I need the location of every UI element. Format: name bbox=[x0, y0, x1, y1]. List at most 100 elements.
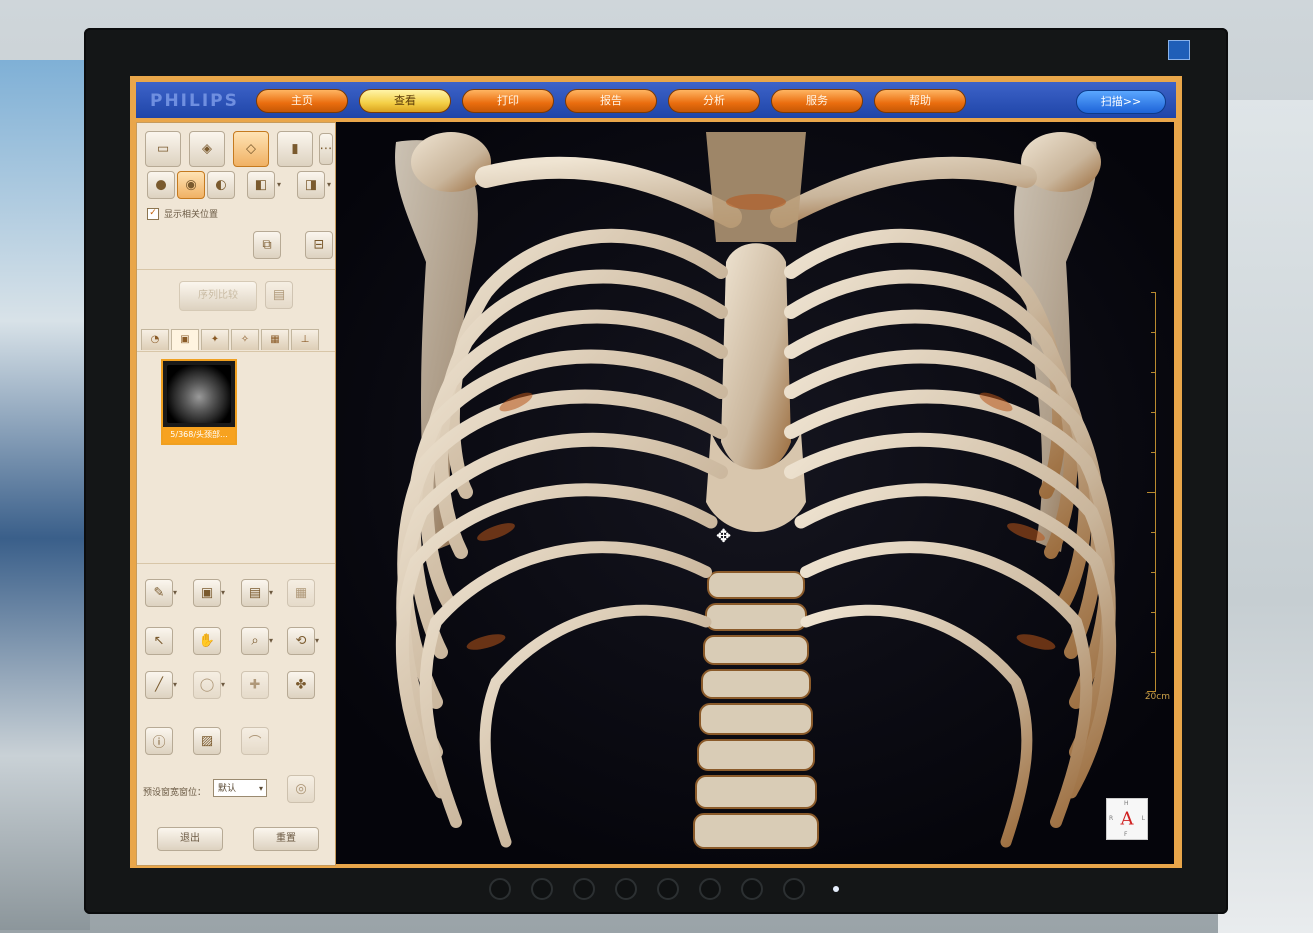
preset-label: 预设窗宽窗位： bbox=[143, 788, 207, 798]
ellipse-icon: ◯ bbox=[199, 677, 215, 693]
chevron-down-icon[interactable]: ▾ bbox=[269, 636, 273, 645]
exit-button[interactable]: 退出 bbox=[157, 827, 223, 851]
window-preset-apply-button[interactable]: ◎ bbox=[287, 775, 315, 803]
save-button[interactable]: ▤ bbox=[241, 579, 269, 607]
monitor-button[interactable] bbox=[489, 878, 511, 900]
subtab-anatomy[interactable]: ✦ bbox=[201, 329, 229, 350]
monitor-badge-icon bbox=[1168, 40, 1190, 60]
curve-icon: ⌒ bbox=[248, 735, 262, 751]
panel-layout-button[interactable]: ◨ bbox=[297, 171, 325, 199]
orientation-cube[interactable]: H F R L A bbox=[1106, 798, 1148, 840]
chevron-down-icon[interactable]: ▾ bbox=[221, 588, 225, 597]
render-preset-button[interactable]: ◐ bbox=[207, 171, 235, 199]
measure-button[interactable]: ╱ bbox=[145, 671, 173, 699]
top-navigation-bar: PHILIPS 主页 查看 打印 报告 分析 服务 帮助 扫描>> bbox=[136, 82, 1176, 118]
view-mode-button[interactable]: ◇ bbox=[233, 131, 269, 167]
series-thumbnail[interactable]: 5/368/头颈部... bbox=[161, 359, 237, 445]
chevron-down-icon[interactable]: ▾ bbox=[173, 680, 177, 689]
chevron-down-icon[interactable]: ▾ bbox=[277, 180, 281, 189]
film-button[interactable]: ▦ bbox=[287, 579, 315, 607]
tab-print[interactable]: 打印 bbox=[462, 89, 554, 113]
application-screen: PHILIPS 主页 查看 打印 报告 分析 服务 帮助 扫描>> ▭ ◈ ◇ … bbox=[130, 76, 1182, 868]
monitor-button[interactable] bbox=[657, 878, 679, 900]
sculpt-button[interactable]: ✤ bbox=[287, 671, 315, 699]
series-label: 5/368/头颈部... bbox=[163, 427, 235, 443]
rotate-button[interactable]: ⟲ bbox=[287, 627, 315, 655]
camera-icon: ▣ bbox=[200, 585, 214, 601]
render-preset-button[interactable]: ● bbox=[147, 171, 175, 199]
render-vessel-icon: ◐ bbox=[215, 177, 227, 193]
link-button[interactable]: ⧉ bbox=[253, 231, 281, 259]
tab-report[interactable]: 报告 bbox=[565, 89, 657, 113]
monitor-button[interactable] bbox=[741, 878, 763, 900]
window-preset-dropdown[interactable]: 默认 ▾ bbox=[213, 779, 267, 797]
subtab-search[interactable]: ◔ bbox=[141, 329, 169, 350]
clipboard-icon: ▤ bbox=[272, 287, 286, 303]
monitor-button[interactable] bbox=[573, 878, 595, 900]
reset-button[interactable]: 重置 bbox=[253, 827, 319, 851]
chevron-down-icon[interactable]: ▾ bbox=[221, 680, 225, 689]
annotate-icon: ✎ bbox=[153, 585, 165, 601]
orientation-right: L bbox=[1141, 815, 1145, 822]
background-right bbox=[1218, 100, 1313, 933]
main-tabs: 主页 查看 打印 报告 分析 服务 帮助 bbox=[256, 89, 966, 113]
series-compare-button[interactable]: 序列比较 bbox=[179, 281, 257, 311]
stack-button[interactable]: ⊟ bbox=[305, 231, 333, 259]
crosshair-button[interactable]: ✚ bbox=[241, 671, 269, 699]
tab-help[interactable]: 帮助 bbox=[874, 89, 966, 113]
pan-button[interactable]: ✋ bbox=[193, 627, 221, 655]
tab-analysis[interactable]: 分析 bbox=[668, 89, 760, 113]
orientation-left: R bbox=[1109, 815, 1114, 822]
panel-layout-icon: ◨ bbox=[304, 177, 318, 193]
subtab-series[interactable]: ▣ bbox=[171, 329, 199, 350]
select-button[interactable]: ↖ bbox=[145, 627, 173, 655]
render-preset-button[interactable]: ◉ bbox=[177, 171, 205, 199]
divider bbox=[137, 269, 335, 270]
tab-home[interactable]: 主页 bbox=[256, 89, 348, 113]
layout-icon: ◧ bbox=[254, 177, 268, 193]
annotate-button[interactable]: ✎ bbox=[145, 579, 173, 607]
zoom-button[interactable]: ⌕ bbox=[241, 627, 269, 655]
monitor-button[interactable] bbox=[615, 878, 637, 900]
subtab-chart[interactable]: ⊥ bbox=[291, 329, 319, 350]
orientation-anterior: A bbox=[1120, 808, 1134, 830]
render-bone-icon: ● bbox=[155, 177, 167, 193]
ct-slice-thumbnail bbox=[167, 365, 231, 423]
view-mode-button[interactable]: ▮ bbox=[277, 131, 313, 167]
layout-button[interactable]: ◧ bbox=[247, 171, 275, 199]
stack-icon: ⊟ bbox=[313, 237, 325, 253]
curve-button[interactable]: ⌒ bbox=[241, 727, 269, 755]
endoscopy-icon: ▮ bbox=[291, 141, 299, 157]
monitor-button[interactable] bbox=[699, 878, 721, 900]
chevron-down-icon[interactable]: ▾ bbox=[269, 588, 273, 597]
3d-viewport[interactable]: 20cm H F R L A ✥ bbox=[336, 122, 1174, 864]
chevron-down-icon[interactable]: ▾ bbox=[327, 180, 331, 189]
power-button[interactable] bbox=[783, 878, 805, 900]
clipboard-button[interactable]: ▤ bbox=[265, 281, 293, 309]
roi-button[interactable]: ◯ bbox=[193, 671, 221, 699]
show-position-checkbox[interactable]: ✓ 显示相关位置 bbox=[147, 207, 218, 220]
tab-view[interactable]: 查看 bbox=[359, 89, 451, 113]
mpr-icon: ◈ bbox=[202, 141, 212, 157]
pointer-icon: ↖ bbox=[153, 633, 165, 649]
left-tool-panel: ▭ ◈ ◇ ▮ ⋯ ● ◉ ◐ ◧ ▾ ◨ ▾ ✓ 显示相关位置 ⧉ ⊟ 序列比… bbox=[136, 122, 336, 866]
subtab-table[interactable]: ▦ bbox=[261, 329, 289, 350]
info-icon: ⓘ bbox=[152, 735, 166, 751]
more-modes-button[interactable]: ⋯ bbox=[319, 133, 333, 165]
checkbox-check-icon[interactable]: ✓ bbox=[147, 207, 159, 220]
scan-button[interactable]: 扫描>> bbox=[1076, 90, 1166, 114]
zoom-icon: ⌕ bbox=[251, 633, 259, 649]
chevron-down-icon[interactable]: ▾ bbox=[173, 588, 177, 597]
info-button[interactable]: ⓘ bbox=[145, 727, 173, 755]
view-mode-button[interactable]: ▭ bbox=[145, 131, 181, 167]
subtab-tools[interactable]: ✧ bbox=[231, 329, 259, 350]
monitor-button[interactable] bbox=[531, 878, 553, 900]
brand-logo: PHILIPS bbox=[150, 91, 239, 111]
chevron-down-icon[interactable]: ▾ bbox=[315, 636, 319, 645]
tab-service[interactable]: 服务 bbox=[771, 89, 863, 113]
view-mode-button[interactable]: ◈ bbox=[189, 131, 225, 167]
camera-button[interactable]: ▣ bbox=[193, 579, 221, 607]
checkbox-label: 显示相关位置 bbox=[164, 210, 219, 220]
overlay-button[interactable]: ▨ bbox=[193, 727, 221, 755]
rotate-icon: ⟲ bbox=[295, 633, 307, 649]
